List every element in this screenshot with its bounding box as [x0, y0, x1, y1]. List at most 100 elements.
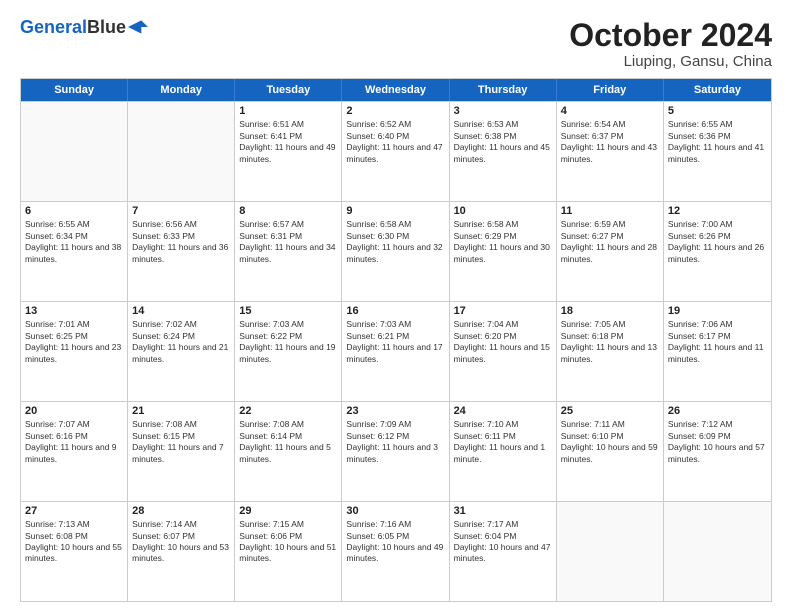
cal-cell-text: Daylight: 11 hours and 41 minutes.: [668, 142, 767, 165]
cal-cell-text: Sunrise: 7:09 AM: [346, 419, 444, 430]
cal-cell-text: Daylight: 10 hours and 55 minutes.: [25, 542, 123, 565]
cal-cell-text: Sunrise: 6:52 AM: [346, 119, 444, 130]
cal-header-cell-saturday: Saturday: [664, 79, 771, 101]
cal-cell-text: Sunrise: 7:12 AM: [668, 419, 767, 430]
page-title: October 2024: [569, 18, 772, 53]
cal-day-number: 8: [239, 205, 337, 217]
cal-cell-text: Sunset: 6:34 PM: [25, 231, 123, 242]
cal-day-number: 23: [346, 405, 444, 417]
cal-day-number: 28: [132, 505, 230, 517]
cal-cell: 1Sunrise: 6:51 AMSunset: 6:41 PMDaylight…: [235, 102, 342, 201]
cal-cell: 25Sunrise: 7:11 AMSunset: 6:10 PMDayligh…: [557, 402, 664, 501]
cal-cell-text: Daylight: 11 hours and 45 minutes.: [454, 142, 552, 165]
cal-cell: 7Sunrise: 6:56 AMSunset: 6:33 PMDaylight…: [128, 202, 235, 301]
cal-cell-text: Daylight: 11 hours and 43 minutes.: [561, 142, 659, 165]
cal-cell-text: Sunrise: 7:15 AM: [239, 519, 337, 530]
calendar-header: SundayMondayTuesdayWednesdayThursdayFrid…: [21, 79, 771, 101]
cal-cell-text: Daylight: 11 hours and 3 minutes.: [346, 442, 444, 465]
cal-cell-text: Sunset: 6:31 PM: [239, 231, 337, 242]
cal-cell-text: Sunrise: 7:04 AM: [454, 319, 552, 330]
logo-blue: Blue: [87, 17, 126, 37]
cal-cell-text: Sunset: 6:40 PM: [346, 131, 444, 142]
page-subtitle: Liuping, Gansu, China: [569, 53, 772, 70]
cal-cell-text: Daylight: 11 hours and 19 minutes.: [239, 342, 337, 365]
header: GeneralBlue October 2024 Liuping, Gansu,…: [20, 18, 772, 70]
cal-cell-text: Sunrise: 7:16 AM: [346, 519, 444, 530]
cal-cell-text: Sunset: 6:26 PM: [668, 231, 767, 242]
cal-cell-text: Sunrise: 6:58 AM: [454, 219, 552, 230]
cal-cell-text: Sunset: 6:33 PM: [132, 231, 230, 242]
cal-cell-text: Sunrise: 6:59 AM: [561, 219, 659, 230]
cal-cell-text: Sunset: 6:07 PM: [132, 531, 230, 542]
cal-cell-text: Sunset: 6:12 PM: [346, 431, 444, 442]
cal-cell: 8Sunrise: 6:57 AMSunset: 6:31 PMDaylight…: [235, 202, 342, 301]
cal-cell-text: Sunset: 6:25 PM: [25, 331, 123, 342]
cal-header-cell-monday: Monday: [128, 79, 235, 101]
cal-day-number: 29: [239, 505, 337, 517]
cal-cell-text: Sunset: 6:37 PM: [561, 131, 659, 142]
cal-week-2: 13Sunrise: 7:01 AMSunset: 6:25 PMDayligh…: [21, 301, 771, 401]
cal-cell-text: Sunrise: 7:01 AM: [25, 319, 123, 330]
cal-day-number: 11: [561, 205, 659, 217]
logo: GeneralBlue: [20, 18, 148, 36]
cal-cell-text: Sunset: 6:04 PM: [454, 531, 552, 542]
cal-header-cell-sunday: Sunday: [21, 79, 128, 101]
cal-cell-text: Sunset: 6:06 PM: [239, 531, 337, 542]
cal-week-0: 1Sunrise: 6:51 AMSunset: 6:41 PMDaylight…: [21, 101, 771, 201]
cal-cell-text: Sunrise: 7:11 AM: [561, 419, 659, 430]
cal-cell: 17Sunrise: 7:04 AMSunset: 6:20 PMDayligh…: [450, 302, 557, 401]
cal-day-number: 3: [454, 105, 552, 117]
calendar-body: 1Sunrise: 6:51 AMSunset: 6:41 PMDaylight…: [21, 101, 771, 601]
cal-cell: 6 Sunrise: 6:55 AMSunset: 6:34 PMDaylight…: [21, 202, 128, 301]
cal-cell-text: Sunset: 6:05 PM: [346, 531, 444, 542]
cal-cell-text: Daylight: 10 hours and 47 minutes.: [454, 542, 552, 565]
cal-cell-text: Daylight: 11 hours and 15 minutes.: [454, 342, 552, 365]
cal-day-number: 2: [346, 105, 444, 117]
cal-cell-text: Daylight: 11 hours and 28 minutes.: [561, 242, 659, 265]
cal-cell-text: Sunrise: 6:55 AM: [668, 119, 767, 130]
cal-cell-text: Sunrise: 6:55 AM: [25, 219, 123, 230]
cal-cell-text: Daylight: 11 hours and 9 minutes.: [25, 442, 123, 465]
cal-day-number: 6: [25, 205, 123, 217]
cal-cell-text: Sunrise: 7:07 AM: [25, 419, 123, 430]
cal-cell-text: Sunset: 6:29 PM: [454, 231, 552, 242]
cal-cell-text: Sunset: 6:16 PM: [25, 431, 123, 442]
cal-cell-text: Sunrise: 6:56 AM: [132, 219, 230, 230]
cal-day-number: 16: [346, 305, 444, 317]
cal-header-cell-friday: Friday: [557, 79, 664, 101]
cal-cell: 11 Sunrise: 6:59 AMSunset: 6:27 PMDayligh…: [557, 202, 664, 301]
cal-cell-text: Daylight: 11 hours and 49 minutes.: [239, 142, 337, 165]
cal-cell-text: Daylight: 10 hours and 51 minutes.: [239, 542, 337, 565]
cal-cell-text: Daylight: 11 hours and 17 minutes.: [346, 342, 444, 365]
cal-cell: 16Sunrise: 7:03 AMSunset: 6:21 PMDayligh…: [342, 302, 449, 401]
cal-cell-text: Sunrise: 6:58 AM: [346, 219, 444, 230]
cal-cell: 23 Sunrise: 7:09 AMSunset: 6:12 PMDayligh…: [342, 402, 449, 501]
cal-cell: 10Sunrise: 6:58 AMSunset: 6:29 PMDayligh…: [450, 202, 557, 301]
cal-header-cell-wednesday: Wednesday: [342, 79, 449, 101]
cal-day-number: 17: [454, 305, 552, 317]
cal-day-number: 5: [668, 105, 767, 117]
cal-cell: 19Sunrise: 7:06 AMSunset: 6:17 PMDayligh…: [664, 302, 771, 401]
cal-cell-text: Sunset: 6:36 PM: [668, 131, 767, 142]
cal-cell: 29 Sunrise: 7:15 AMSunset: 6:06 PMDayligh…: [235, 502, 342, 601]
cal-day-number: 26: [668, 405, 767, 417]
cal-cell: 5 Sunrise: 6:55 AMSunset: 6:36 PMDaylight…: [664, 102, 771, 201]
cal-cell-text: Sunset: 6:22 PM: [239, 331, 337, 342]
cal-day-number: 30: [346, 505, 444, 517]
cal-cell-text: Sunrise: 6:54 AM: [561, 119, 659, 130]
cal-cell-text: Sunset: 6:27 PM: [561, 231, 659, 242]
cal-cell-text: Sunset: 6:38 PM: [454, 131, 552, 142]
cal-day-number: 12: [668, 205, 767, 217]
cal-cell-text: Daylight: 11 hours and 7 minutes.: [132, 442, 230, 465]
cal-cell-text: Daylight: 11 hours and 38 minutes.: [25, 242, 123, 265]
cal-header-cell-thursday: Thursday: [450, 79, 557, 101]
cal-day-number: 1: [239, 105, 337, 117]
cal-cell-text: Daylight: 11 hours and 47 minutes.: [346, 142, 444, 165]
cal-cell-text: Sunrise: 7:08 AM: [132, 419, 230, 430]
cal-day-number: 21: [132, 405, 230, 417]
cal-cell: [128, 102, 235, 201]
cal-day-number: 10: [454, 205, 552, 217]
logo-icon: [128, 20, 148, 34]
cal-cell: 14Sunrise: 7:02 AMSunset: 6:24 PMDayligh…: [128, 302, 235, 401]
cal-cell-text: Sunset: 6:21 PM: [346, 331, 444, 342]
